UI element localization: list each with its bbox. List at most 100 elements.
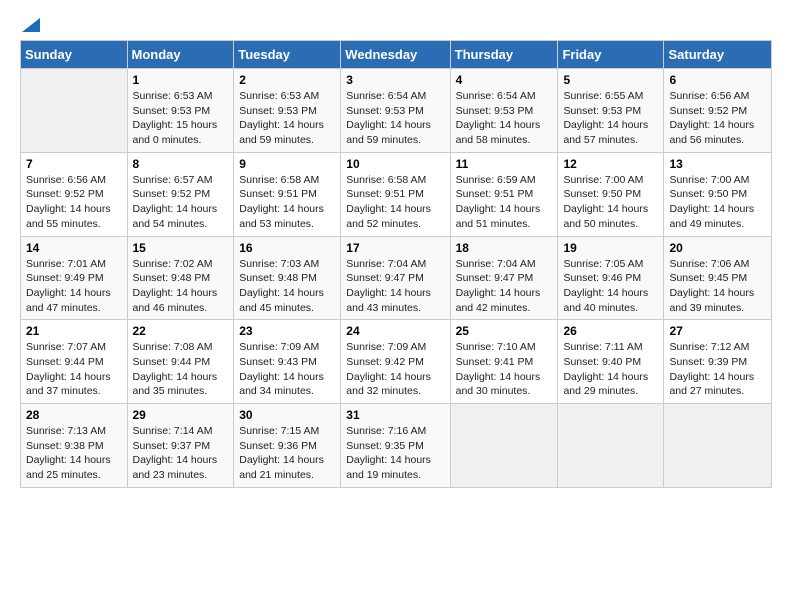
logo-icon [22, 14, 40, 32]
day-number: 17 [346, 241, 444, 255]
day-cell: 25 Sunrise: 7:10 AMSunset: 9:41 PMDayligh… [450, 320, 558, 404]
day-cell: 7 Sunrise: 6:56 AMSunset: 9:52 PMDaylight… [21, 152, 128, 236]
calendar-header: SundayMondayTuesdayWednesdayThursdayFrid… [21, 41, 772, 69]
header-row: SundayMondayTuesdayWednesdayThursdayFrid… [21, 41, 772, 69]
day-info: Sunrise: 7:00 AMSunset: 9:50 PMDaylight:… [669, 173, 766, 232]
day-number: 21 [26, 324, 122, 338]
day-number: 23 [239, 324, 335, 338]
day-cell: 28 Sunrise: 7:13 AMSunset: 9:38 PMDayligh… [21, 404, 128, 488]
calendar-body: 1Sunrise: 6:53 AMSunset: 9:53 PMDaylight… [21, 69, 772, 488]
week-row-1: 1Sunrise: 6:53 AMSunset: 9:53 PMDaylight… [21, 69, 772, 153]
day-info: Sunrise: 7:09 AMSunset: 9:43 PMDaylight:… [239, 340, 335, 399]
day-info: Sunrise: 7:04 AMSunset: 9:47 PMDaylight:… [346, 257, 444, 316]
day-cell: 21 Sunrise: 7:07 AMSunset: 9:44 PMDayligh… [21, 320, 128, 404]
day-info: Sunrise: 7:09 AMSunset: 9:42 PMDaylight:… [346, 340, 444, 399]
day-info: Sunrise: 7:02 AMSunset: 9:48 PMDaylight:… [133, 257, 229, 316]
day-cell: 2Sunrise: 6:53 AMSunset: 9:53 PMDaylight… [234, 69, 341, 153]
day-info: Sunrise: 6:53 AMSunset: 9:53 PMDaylight:… [133, 89, 229, 148]
header-day-tuesday: Tuesday [234, 41, 341, 69]
day-cell: 31Sunrise: 7:16 AMSunset: 9:35 PMDayligh… [341, 404, 450, 488]
day-info: Sunrise: 7:05 AMSunset: 9:46 PMDaylight:… [563, 257, 658, 316]
day-cell: 11Sunrise: 6:59 AMSunset: 9:51 PMDayligh… [450, 152, 558, 236]
day-cell: 16 Sunrise: 7:03 AMSunset: 9:48 PMDayligh… [234, 236, 341, 320]
day-cell: 8Sunrise: 6:57 AMSunset: 9:52 PMDaylight… [127, 152, 234, 236]
day-number: 7 [26, 157, 122, 171]
day-cell: 27Sunrise: 7:12 AMSunset: 9:39 PMDayligh… [664, 320, 772, 404]
day-info: Sunrise: 7:15 AMSunset: 9:36 PMDaylight:… [239, 424, 335, 483]
day-info: Sunrise: 6:56 AMSunset: 9:52 PMDaylight:… [26, 173, 122, 232]
day-info: Sunrise: 7:08 AMSunset: 9:44 PMDaylight:… [133, 340, 229, 399]
day-number: 2 [239, 73, 335, 87]
day-cell: 29 Sunrise: 7:14 AMSunset: 9:37 PMDayligh… [127, 404, 234, 488]
day-cell: 18 Sunrise: 7:04 AMSunset: 9:47 PMDayligh… [450, 236, 558, 320]
header-day-thursday: Thursday [450, 41, 558, 69]
header-day-friday: Friday [558, 41, 664, 69]
day-number: 9 [239, 157, 335, 171]
day-cell: 30 Sunrise: 7:15 AMSunset: 9:36 PMDayligh… [234, 404, 341, 488]
day-cell: 19 Sunrise: 7:05 AMSunset: 9:46 PMDayligh… [558, 236, 664, 320]
day-number: 24 [346, 324, 444, 338]
day-number: 20 [669, 241, 766, 255]
day-info: Sunrise: 6:56 AMSunset: 9:52 PMDaylight:… [669, 89, 766, 148]
week-row-5: 28 Sunrise: 7:13 AMSunset: 9:38 PMDayligh… [21, 404, 772, 488]
day-number: 19 [563, 241, 658, 255]
day-info: Sunrise: 7:03 AMSunset: 9:48 PMDaylight:… [239, 257, 335, 316]
day-number: 26 [563, 324, 658, 338]
day-cell: 22 Sunrise: 7:08 AMSunset: 9:44 PMDayligh… [127, 320, 234, 404]
day-cell: 3Sunrise: 6:54 AMSunset: 9:53 PMDaylight… [341, 69, 450, 153]
day-cell: 17 Sunrise: 7:04 AMSunset: 9:47 PMDayligh… [341, 236, 450, 320]
day-cell [558, 404, 664, 488]
day-cell: 23 Sunrise: 7:09 AMSunset: 9:43 PMDayligh… [234, 320, 341, 404]
day-cell: 4Sunrise: 6:54 AMSunset: 9:53 PMDaylight… [450, 69, 558, 153]
day-cell: 14 Sunrise: 7:01 AMSunset: 9:49 PMDayligh… [21, 236, 128, 320]
day-number: 28 [26, 408, 122, 422]
day-info: Sunrise: 7:04 AMSunset: 9:47 PMDaylight:… [456, 257, 553, 316]
day-info: Sunrise: 7:14 AMSunset: 9:37 PMDaylight:… [133, 424, 229, 483]
day-number: 3 [346, 73, 444, 87]
day-number: 16 [239, 241, 335, 255]
day-number: 29 [133, 408, 229, 422]
day-cell [664, 404, 772, 488]
week-row-3: 14 Sunrise: 7:01 AMSunset: 9:49 PMDayligh… [21, 236, 772, 320]
day-info: Sunrise: 7:10 AMSunset: 9:41 PMDaylight:… [456, 340, 553, 399]
day-cell: 15 Sunrise: 7:02 AMSunset: 9:48 PMDayligh… [127, 236, 234, 320]
day-number: 8 [133, 157, 229, 171]
week-row-2: 7 Sunrise: 6:56 AMSunset: 9:52 PMDaylight… [21, 152, 772, 236]
day-info: Sunrise: 7:11 AMSunset: 9:40 PMDaylight:… [563, 340, 658, 399]
day-info: Sunrise: 6:58 AMSunset: 9:51 PMDaylight:… [346, 173, 444, 232]
calendar-table: SundayMondayTuesdayWednesdayThursdayFrid… [20, 40, 772, 488]
day-cell: 1Sunrise: 6:53 AMSunset: 9:53 PMDaylight… [127, 69, 234, 153]
day-number: 12 [563, 157, 658, 171]
day-number: 14 [26, 241, 122, 255]
day-number: 10 [346, 157, 444, 171]
day-cell: 20 Sunrise: 7:06 AMSunset: 9:45 PMDayligh… [664, 236, 772, 320]
day-cell: 10 Sunrise: 6:58 AMSunset: 9:51 PMDayligh… [341, 152, 450, 236]
day-info: Sunrise: 7:06 AMSunset: 9:45 PMDaylight:… [669, 257, 766, 316]
day-cell: 24 Sunrise: 7:09 AMSunset: 9:42 PMDayligh… [341, 320, 450, 404]
day-info: Sunrise: 6:55 AMSunset: 9:53 PMDaylight:… [563, 89, 658, 148]
header-day-monday: Monday [127, 41, 234, 69]
day-number: 30 [239, 408, 335, 422]
page-header [20, 20, 772, 32]
header-day-wednesday: Wednesday [341, 41, 450, 69]
day-cell: 13Sunrise: 7:00 AMSunset: 9:50 PMDayligh… [664, 152, 772, 236]
day-number: 31 [346, 408, 444, 422]
day-number: 5 [563, 73, 658, 87]
day-cell: 6 Sunrise: 6:56 AMSunset: 9:52 PMDaylight… [664, 69, 772, 153]
header-day-sunday: Sunday [21, 41, 128, 69]
day-number: 27 [669, 324, 766, 338]
day-number: 15 [133, 241, 229, 255]
day-number: 4 [456, 73, 553, 87]
day-info: Sunrise: 7:13 AMSunset: 9:38 PMDaylight:… [26, 424, 122, 483]
day-cell: 12 Sunrise: 7:00 AMSunset: 9:50 PMDayligh… [558, 152, 664, 236]
day-info: Sunrise: 6:58 AMSunset: 9:51 PMDaylight:… [239, 173, 335, 232]
day-number: 18 [456, 241, 553, 255]
header-day-saturday: Saturday [664, 41, 772, 69]
day-number: 22 [133, 324, 229, 338]
day-info: Sunrise: 7:01 AMSunset: 9:49 PMDaylight:… [26, 257, 122, 316]
day-info: Sunrise: 7:07 AMSunset: 9:44 PMDaylight:… [26, 340, 122, 399]
day-number: 6 [669, 73, 766, 87]
day-cell: 9 Sunrise: 6:58 AMSunset: 9:51 PMDaylight… [234, 152, 341, 236]
day-number: 25 [456, 324, 553, 338]
day-info: Sunrise: 7:00 AMSunset: 9:50 PMDaylight:… [563, 173, 658, 232]
